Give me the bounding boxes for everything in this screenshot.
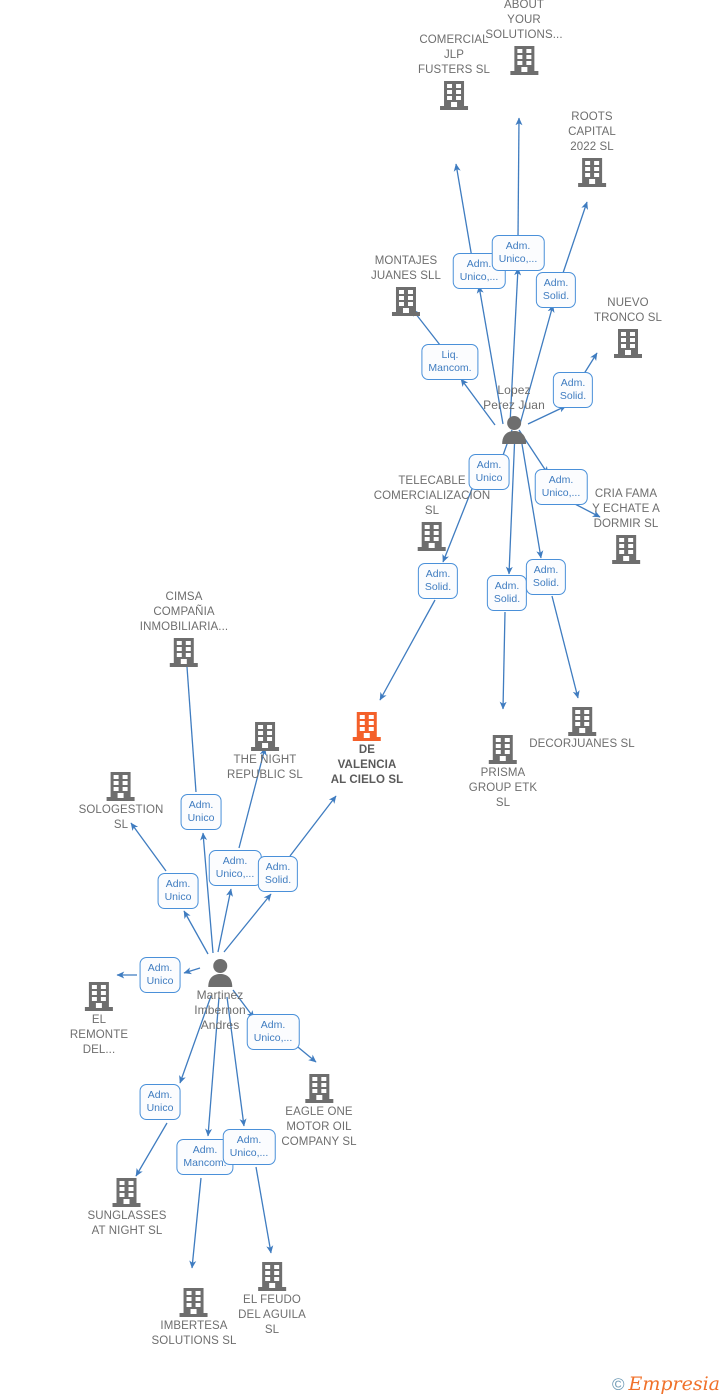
building-icon bbox=[250, 722, 279, 751]
node-lopez-perez-juan[interactable]: Lopez Perez Juan bbox=[483, 383, 545, 444]
node-label: DE VALENCIA AL CIELO SL bbox=[330, 744, 404, 786]
building-icon bbox=[352, 712, 381, 741]
node-label: ROOTS CAPITAL 2022 SL bbox=[568, 111, 616, 153]
node-el-remonte-del[interactable]: EL REMONTE DEL... bbox=[70, 980, 128, 1058]
edge-label-adm-unico[interactable]: Adm. Unico bbox=[139, 1084, 181, 1120]
node-label: MONTAJES JUANES SLL bbox=[370, 255, 442, 282]
node-label: DECORJUANES SL bbox=[529, 738, 635, 750]
edge-label-adm-solid[interactable]: Adm. Solid. bbox=[417, 563, 459, 599]
relationship-graph: COMERCIAL JLP FUSTERS SL ABOUT YOUR SOLU… bbox=[0, 0, 728, 1400]
node-label: ABOUT YOUR SOLUTIONS... bbox=[485, 0, 563, 41]
building-icon bbox=[84, 982, 113, 1011]
edge-label-adm-solid[interactable]: Adm. Solid. bbox=[552, 372, 594, 408]
node-label: CRIA FAMA Y ECHATE A DORMIR SL bbox=[592, 488, 660, 530]
node-label: COMERCIAL JLP FUSTERS SL bbox=[418, 34, 490, 76]
node-nuevo-tronco[interactable]: NUEVO TRONCO SL bbox=[594, 296, 662, 359]
node-label: Lopez Perez Juan bbox=[483, 383, 545, 412]
watermark: © Empresia bbox=[612, 1375, 720, 1394]
building-icon bbox=[440, 81, 468, 110]
person-icon bbox=[208, 959, 232, 987]
building-icon bbox=[489, 735, 517, 764]
node-label: IMBERTESA SOLUTIONS SL bbox=[151, 1320, 237, 1347]
edge-label-adm-unico[interactable]: Adm. Unico,... bbox=[222, 1129, 276, 1165]
node-label: EAGLE ONE MOTOR OIL COMPANY SL bbox=[281, 1106, 357, 1148]
node-comercial-jlp[interactable]: COMERCIAL JLP FUSTERS SL bbox=[418, 33, 490, 111]
building-icon bbox=[112, 1178, 141, 1207]
node-martinez-imbernon-andres[interactable]: Martinez Imbernon Andres bbox=[194, 957, 246, 1033]
building-icon bbox=[578, 158, 606, 187]
node-cria-fama-y-echate-a-dormir[interactable]: CRIA FAMA Y ECHATE A DORMIR SL bbox=[592, 487, 660, 565]
node-label: SOLOGESTION SL bbox=[78, 804, 164, 831]
node-montajes-juanes[interactable]: MONTAJES JUANES SLL bbox=[371, 254, 441, 317]
node-prisma-group-etk[interactable]: PRISMA GROUP ETK SL bbox=[469, 733, 537, 811]
node-de-valencia-al-cielo[interactable]: DE VALENCIA AL CIELO SL bbox=[331, 710, 403, 788]
edge-label-adm-solid[interactable]: Adm. Solid. bbox=[486, 575, 528, 611]
node-label: NUEVO TRONCO SL bbox=[594, 297, 662, 324]
node-roots-capital[interactable]: ROOTS CAPITAL 2022 SL bbox=[568, 110, 616, 188]
node-about-your-solutions[interactable]: ABOUT YOUR SOLUTIONS... bbox=[485, 0, 563, 76]
edge-label-adm-unico[interactable]: Adm. Unico bbox=[180, 794, 222, 830]
edge-label-adm-unico[interactable]: Adm. Unico bbox=[139, 957, 181, 993]
building-icon bbox=[510, 46, 538, 75]
edge-label-adm-solid[interactable]: Adm. Solid. bbox=[535, 272, 577, 308]
node-label: THE NIGHT REPUBLIC SL bbox=[227, 754, 303, 781]
edge-label-liq-mancom[interactable]: Liq. Mancom. bbox=[421, 344, 479, 380]
edge-label-adm-solid[interactable]: Adm. Solid. bbox=[525, 559, 567, 595]
node-imbertesa-solutions[interactable]: IMBERTESA SOLUTIONS SL bbox=[152, 1286, 237, 1349]
building-icon bbox=[614, 329, 642, 358]
building-icon bbox=[169, 638, 198, 667]
building-icon bbox=[392, 287, 420, 316]
edge-label-adm-solid[interactable]: Adm. Solid. bbox=[257, 856, 299, 892]
building-icon bbox=[612, 535, 640, 564]
copyright-icon: © bbox=[611, 1375, 625, 1394]
building-icon bbox=[107, 772, 135, 801]
node-label: PRISMA GROUP ETK SL bbox=[468, 767, 538, 809]
node-eagle-one-motor-oil[interactable]: EAGLE ONE MOTOR OIL COMPANY SL bbox=[281, 1072, 357, 1150]
node-label: Martinez Imbernon Andres bbox=[194, 988, 246, 1032]
building-icon bbox=[258, 1262, 286, 1291]
node-label: EL REMONTE DEL... bbox=[69, 1014, 129, 1056]
node-decorjuanes[interactable]: DECORJUANES SL bbox=[529, 705, 635, 752]
edge-label-adm-unico[interactable]: Adm. Unico,... bbox=[491, 235, 545, 271]
node-label: CIMSA COMPAÑIA INMOBILIARIA... bbox=[139, 591, 229, 633]
edge-label-adm-unico[interactable]: Adm. Unico bbox=[468, 454, 510, 490]
node-cimsa-compania-inmobiliaria[interactable]: CIMSA COMPAÑIA INMOBILIARIA... bbox=[140, 590, 228, 668]
node-sologestion[interactable]: SOLOGESTION SL bbox=[79, 770, 164, 833]
building-icon bbox=[179, 1288, 208, 1317]
person-icon bbox=[501, 416, 526, 444]
node-label: SUNGLASSES AT NIGHT SL bbox=[87, 1210, 167, 1237]
edge-label-adm-unico[interactable]: Adm. Unico,... bbox=[534, 469, 588, 505]
edge-label-adm-unico[interactable]: Adm. Unico bbox=[157, 873, 199, 909]
node-the-night-republic[interactable]: THE NIGHT REPUBLIC SL bbox=[227, 720, 303, 783]
building-icon bbox=[568, 707, 596, 736]
building-icon bbox=[304, 1074, 333, 1103]
building-icon bbox=[418, 522, 446, 551]
node-sunglasses-at-night[interactable]: SUNGLASSES AT NIGHT SL bbox=[88, 1176, 167, 1239]
edge-label-adm-unico[interactable]: Adm. Unico,... bbox=[246, 1014, 300, 1050]
edge-label-adm-unico[interactable]: Adm. Unico,... bbox=[208, 850, 262, 886]
node-label: EL FEUDO DEL AGUILA SL bbox=[238, 1294, 306, 1336]
node-el-feudo-del-aguila[interactable]: EL FEUDO DEL AGUILA SL bbox=[238, 1260, 306, 1338]
brand-name: Empresia bbox=[628, 1373, 720, 1395]
